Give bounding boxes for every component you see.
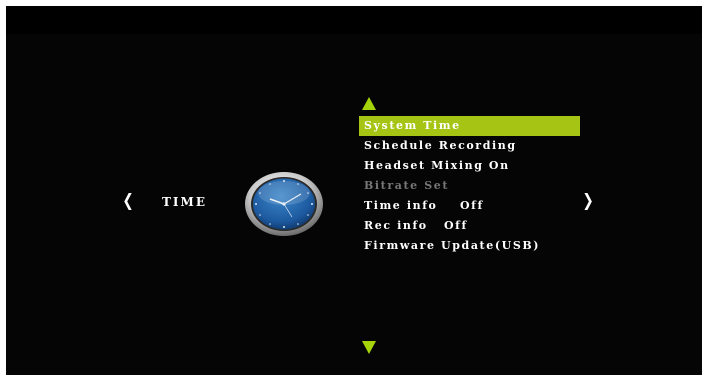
menu-item-label: Rec info bbox=[364, 219, 428, 232]
next-category-arrow-icon[interactable]: ❯ bbox=[582, 193, 593, 210]
menu-item-firmware-update[interactable]: Firmware Update(USB) bbox=[359, 236, 580, 256]
menu-item-value: Off bbox=[460, 199, 484, 212]
menu-item-label: System Time bbox=[364, 119, 461, 132]
tv-screen bbox=[6, 6, 702, 375]
menu-item-time-info[interactable]: Time info Off bbox=[359, 196, 580, 216]
menu-item-schedule-recording[interactable]: Schedule Recording bbox=[359, 136, 580, 156]
scroll-up-icon[interactable] bbox=[362, 97, 376, 110]
menu-item-label: Schedule Recording bbox=[364, 139, 517, 152]
scroll-down-icon[interactable] bbox=[362, 341, 376, 354]
menu-item-label: Firmware Update(USB) bbox=[364, 239, 541, 252]
menu-area bbox=[6, 34, 702, 375]
menu-item-headset-mixing[interactable]: Headset Mixing On bbox=[359, 156, 580, 176]
settings-menu-list: System Time Schedule Recording Headset M… bbox=[359, 116, 580, 256]
menu-item-label: Bitrate Set bbox=[364, 179, 450, 192]
menu-item-bitrate-set: Bitrate Set bbox=[359, 176, 580, 196]
menu-item-label: Headset Mixing On bbox=[364, 159, 510, 172]
menu-item-rec-info[interactable]: Rec info Off bbox=[359, 216, 580, 236]
top-bar bbox=[6, 6, 702, 34]
menu-item-system-time[interactable]: System Time bbox=[359, 116, 580, 136]
previous-category-arrow-icon[interactable]: ❮ bbox=[122, 193, 133, 210]
menu-item-label: Time info bbox=[364, 199, 438, 212]
category-label: TIME bbox=[162, 195, 207, 209]
clock-icon bbox=[243, 171, 325, 237]
menu-item-value: Off bbox=[444, 219, 468, 232]
